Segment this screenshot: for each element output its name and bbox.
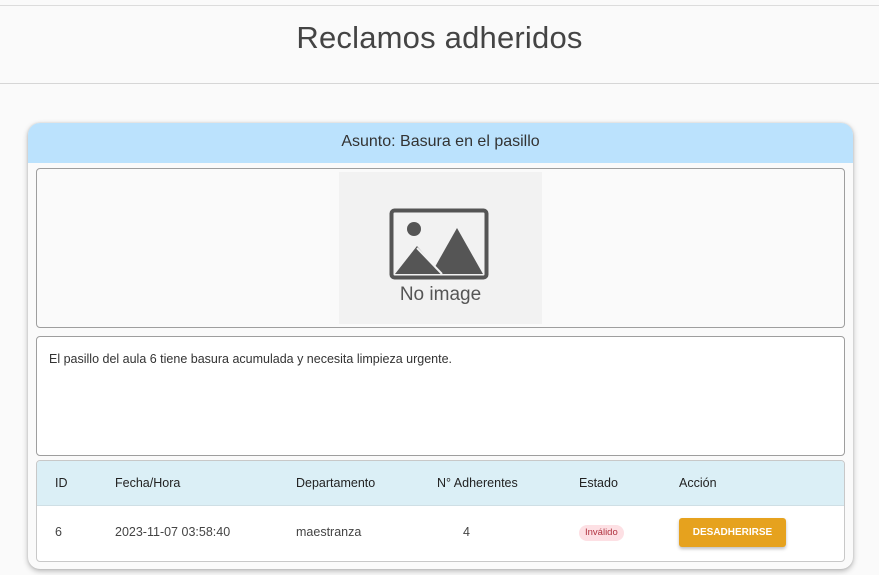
no-image-label: No image	[399, 284, 482, 305]
header-datetime: Fecha/Hora	[115, 476, 181, 490]
table-header-row: ID Fecha/Hora Departamento N° Adherentes…	[37, 461, 844, 506]
header-status: Estado	[579, 476, 618, 490]
row-adherents: 4	[463, 525, 470, 539]
claim-description-box: El pasillo del aula 6 tiene basura acumu…	[36, 336, 845, 456]
claim-subject: Asunto: Basura en el pasillo	[28, 123, 853, 163]
row-department: maestranza	[296, 525, 362, 539]
claim-image-placeholder: No image	[339, 172, 542, 324]
image-placeholder-icon	[389, 208, 489, 280]
claim-table: ID Fecha/Hora Departamento N° Adherentes…	[36, 460, 845, 562]
claim-card: Asunto: Basura en el pasillo No image El…	[28, 123, 853, 569]
header-department: Departamento	[296, 476, 376, 490]
header-action: Acción	[679, 476, 717, 490]
claim-description: El pasillo del aula 6 tiene basura acumu…	[49, 352, 453, 366]
unadhere-button[interactable]: DESADHERIRSE	[679, 518, 786, 547]
row-datetime: 2023-11-07 03:58:40	[115, 525, 231, 539]
claim-image-frame: No image	[36, 168, 845, 328]
status-badge: Inválido	[579, 525, 624, 541]
page-title: Reclamos adheridos	[296, 20, 583, 55]
header-id: ID	[55, 476, 68, 490]
row-id: 6	[55, 525, 62, 539]
title-divider	[0, 83, 879, 84]
header-adherents: N° Adherentes	[437, 476, 518, 490]
top-divider	[0, 5, 879, 6]
